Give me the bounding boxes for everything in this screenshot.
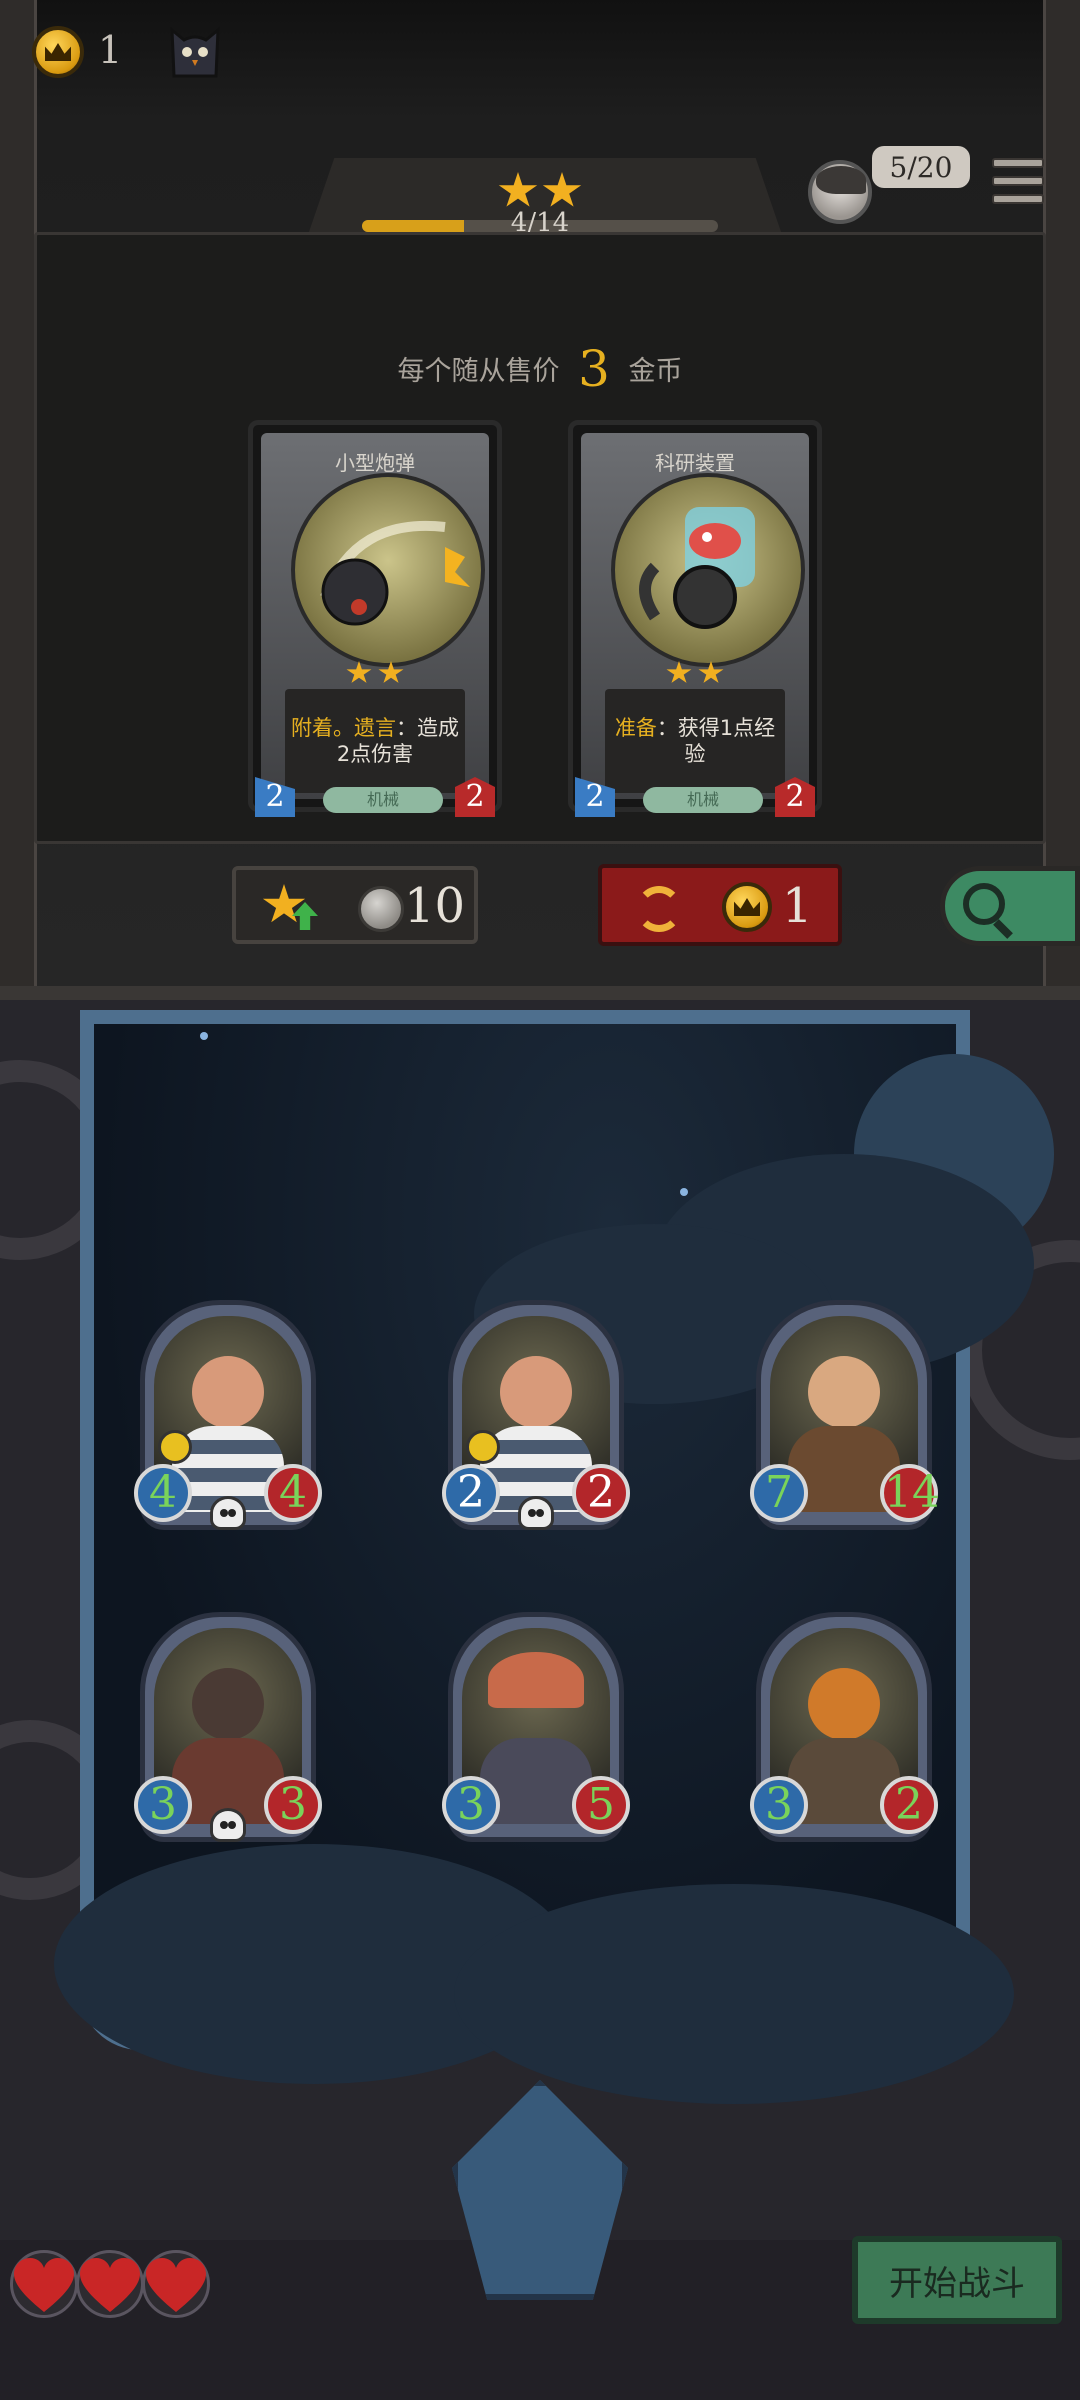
minion-health: 4 [264,1464,322,1522]
search-button[interactable] [940,866,1080,946]
minion-attack: 3 [134,1776,192,1834]
board-minion[interactable]: 3 3 [134,1612,322,1852]
card-description: 准备：获得1点经验 [605,689,785,793]
smiley-icon [466,1430,500,1464]
card-tribe-tag: 机械 [323,787,443,813]
player-avatar[interactable] [808,160,872,224]
minion-attack: 7 [750,1464,808,1522]
refresh-shop-button[interactable]: 1 [598,864,842,946]
gold-count: 1 [98,28,123,72]
upgrade-tier-button[interactable]: 10 [232,866,478,944]
minion-health: 5 [572,1776,630,1834]
game-screen: 1 4/14 5/20 每个随从售价 3 金币 小型炮弹 附着。遗言：造成2点伤… [0,0,1080,2400]
card-stars [261,661,489,685]
board-minion[interactable]: 2 2 [442,1300,630,1540]
shop-board [34,232,1046,844]
refresh-cost: 1 [782,878,813,934]
gold-coin-icon [722,882,772,932]
minion-attack: 4 [134,1464,192,1522]
card-name: 科研装置 [655,451,735,475]
arrow-up-icon [292,902,318,930]
shop-card[interactable]: 科研装置 准备：获得1点经验 机械 2 2 [568,420,822,817]
silver-coin-icon [358,886,404,932]
minion-health: 3 [264,1776,322,1834]
sell-price-line: 每个随从售价 3 金币 [340,340,740,398]
shop-card[interactable]: 小型炮弹 附着。遗言：造成2点伤害 机械 2 2 [248,420,502,817]
refresh-icon [636,886,682,932]
minion-health: 2 [572,1464,630,1522]
card-stars [581,661,809,685]
minion-attack: 2 [442,1464,500,1522]
card-tribe-tag: 机械 [643,787,763,813]
sell-price-suffix: 金币 [628,356,683,387]
minion-attack: 3 [442,1776,500,1834]
minion-attack: 3 [750,1776,808,1834]
smiley-icon [158,1430,192,1464]
research-device-art [611,473,805,667]
card-name: 小型炮弹 [335,451,415,475]
menu-icon[interactable] [992,158,1044,204]
sell-price-value: 3 [578,340,610,398]
cannonball-art [291,473,485,667]
card-description: 附着。遗言：造成2点伤害 [285,689,465,793]
skull-icon [210,1496,246,1530]
board-minion[interactable]: 3 2 [750,1612,938,1852]
minion-health: 14 [880,1464,940,1522]
turn-badge: 5/20 [872,146,970,188]
gold-coin-icon [32,26,84,78]
upgrade-cost: 10 [404,878,466,934]
sell-price-prefix: 每个随从售价 [397,356,560,387]
skull-icon [518,1496,554,1530]
board-minion[interactable]: 7 14 [750,1300,940,1540]
minion-health: 2 [880,1776,938,1834]
board-minion[interactable]: 4 4 [134,1300,322,1540]
start-battle-button[interactable]: 开始战斗 [852,2236,1062,2324]
skull-icon [210,1808,246,1842]
black-cat-icon[interactable] [168,20,222,78]
star-icon [262,884,306,923]
board-minion[interactable]: 3 5 [442,1612,630,1852]
